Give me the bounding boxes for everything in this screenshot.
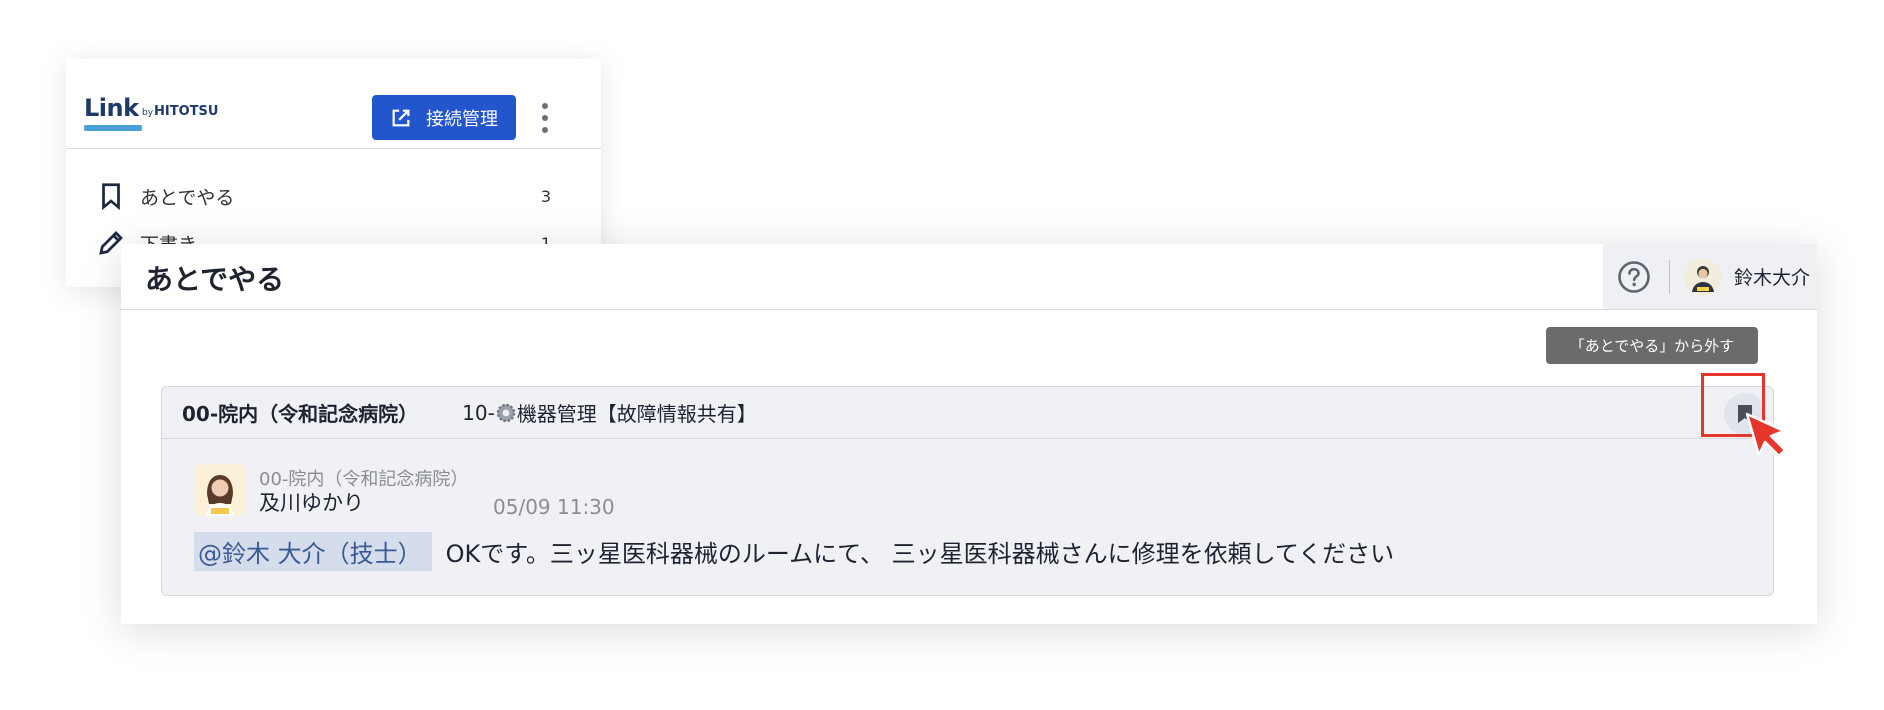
card-channel[interactable]: 10- 機器管理【故障情報共有】 [462, 398, 757, 427]
header-divider [121, 309, 1817, 310]
message-text: OKです。三ッ星医科器械のルームにて、 三ッ星医科器械さんに修理を依頼してくださ… [445, 540, 1395, 568]
message-timestamp: 05/09 11:30 [493, 495, 615, 519]
bookmark-icon [102, 183, 120, 211]
logo-swoosh [84, 125, 142, 131]
external-link-icon [392, 109, 410, 126]
sidebar-item-label: あとでやる [140, 186, 235, 209]
logo-by: by [142, 108, 154, 118]
connection-management-label: 接続管理 [426, 108, 498, 130]
sidebar-item-count: 3 [540, 186, 551, 206]
sidebar-divider [66, 148, 601, 149]
mention-tag[interactable]: @鈴木 大介（技士） [194, 532, 432, 571]
later-item-card[interactable]: 00-院内（令和記念病院） 10- 機器管理【故障情報共有】 00-院内（令和記… [161, 386, 1774, 596]
sidebar-item-later[interactable]: あとでやる 3 [96, 178, 586, 214]
message-body: @鈴木 大介（技士） OKです。三ッ星医科器械のルームにて、 三ッ星医科器械さん… [194, 532, 1394, 571]
channel-name: 機器管理【故障情報共有】 [516, 402, 757, 426]
connection-management-button[interactable]: 接続管理 [372, 95, 516, 140]
kebab-menu-icon[interactable] [540, 103, 550, 133]
later-panel: あとでやる 鈴木大介 「あとでやる」から外す 00-院内（令和記念病院） 10- [121, 244, 1817, 624]
page-title: あとでやる [145, 263, 285, 296]
link-logo[interactable]: Link by HITOTSU [84, 94, 234, 139]
header-separator [1669, 259, 1670, 294]
header-user-area: 鈴木大介 [1603, 244, 1817, 309]
user-name[interactable]: 鈴木大介 [1734, 263, 1810, 290]
message-author[interactable]: 及川ゆかり [259, 487, 364, 517]
card-header: 00-院内（令和記念病院） 10- 機器管理【故障情報共有】 [162, 387, 1773, 439]
author-avatar[interactable] [194, 464, 246, 516]
help-icon[interactable] [1617, 260, 1651, 294]
gear-icon [496, 403, 516, 422]
channel-prefix: 10- [462, 400, 495, 425]
logo-word: Link [84, 94, 139, 122]
cursor-arrow-icon [1745, 412, 1787, 458]
remove-bookmark-tooltip: 「あとでやる」から外す [1546, 327, 1758, 364]
logo-brand: HITOTSU [154, 104, 219, 119]
card-group-name[interactable]: 00-院内（令和記念病院） [182, 398, 418, 427]
avatar[interactable] [1684, 257, 1722, 296]
